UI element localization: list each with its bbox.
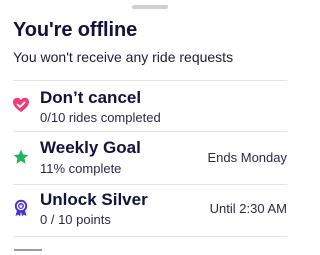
list-item-weekly-goal[interactable]: Weekly Goal 11% complete Ends Monday [0,134,300,186]
divider [13,184,287,185]
drag-handle[interactable] [132,5,168,9]
offline-title: You're offline [13,19,138,41]
offline-subtitle: You won't receive any ride requests [13,49,234,65]
item-subtitle: 11% complete [40,161,122,176]
heart-check-icon [12,96,30,114]
list-item-dont-cancel[interactable]: Don’t cancel 0/10 rides completed [0,85,300,137]
star-icon [12,148,30,166]
medal-icon [12,199,30,217]
item-title: Weekly Goal [40,138,141,157]
item-deadline: Ends Monday [207,150,288,165]
item-title: Unlock Silver [40,190,148,209]
item-subtitle: 0/10 rides completed [40,110,161,125]
item-title: Don’t cancel [40,88,142,107]
item-deadline: Until 2:30 AM [209,201,287,216]
item-subtitle: 0 / 10 points [40,212,111,227]
divider [13,131,287,132]
divider [13,236,287,237]
offline-bottom-sheet: You're offline You won't receive any rid… [0,0,300,255]
list-item-unlock-silver[interactable]: Unlock Silver 0 / 10 points Until 2:30 A… [0,186,300,238]
divider [13,80,287,81]
next-item-peek [14,249,42,255]
